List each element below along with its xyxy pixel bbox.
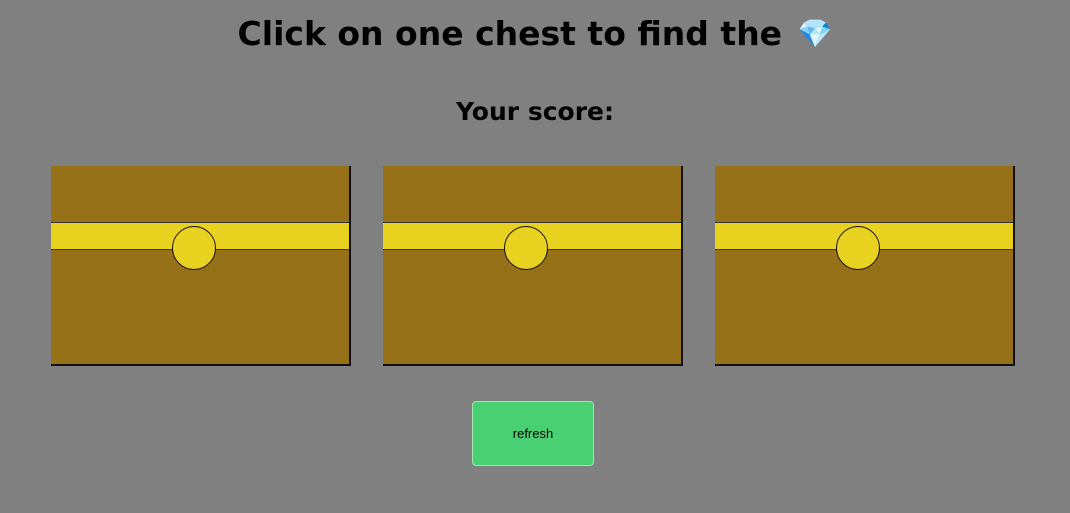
title-text: Click on one chest to find the bbox=[237, 14, 783, 53]
diamond-icon: 💎 bbox=[797, 17, 833, 50]
chest-lock-icon bbox=[504, 226, 548, 270]
score-label: Your score: bbox=[456, 97, 614, 126]
chest-2[interactable] bbox=[383, 166, 683, 366]
chest-row bbox=[51, 166, 1015, 366]
chest-1[interactable] bbox=[51, 166, 351, 366]
page-title: Click on one chest to find the 💎 bbox=[0, 14, 1070, 54]
chest-3[interactable] bbox=[715, 166, 1015, 366]
chest-lock-icon bbox=[172, 226, 216, 270]
chest-lock-icon bbox=[836, 226, 880, 270]
refresh-button[interactable]: refresh bbox=[472, 401, 594, 466]
